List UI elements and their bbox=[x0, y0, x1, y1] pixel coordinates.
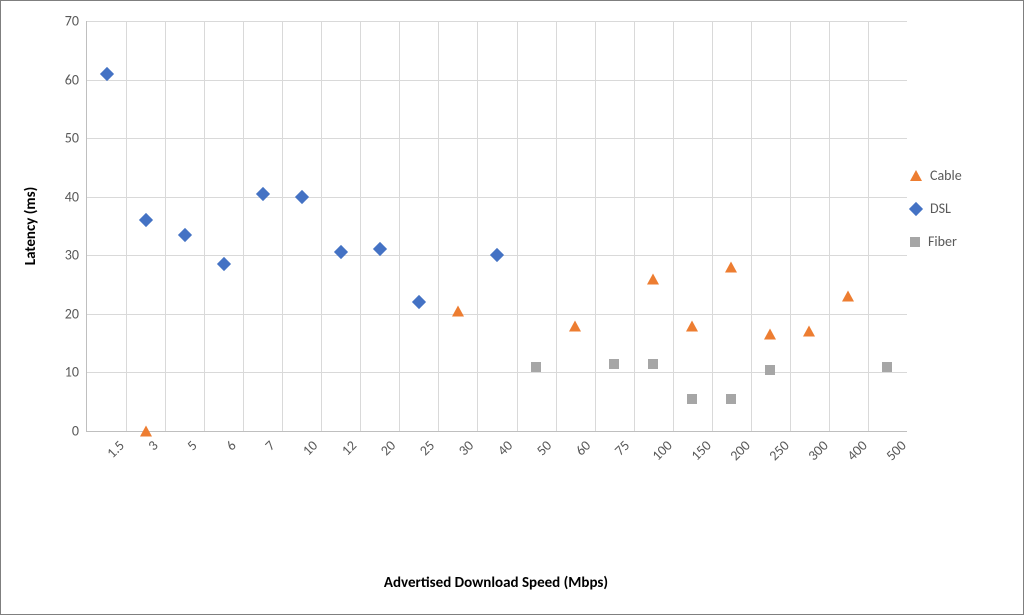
gridline-v bbox=[204, 21, 205, 431]
data-point-fiber bbox=[765, 365, 775, 375]
x-tick-label: 3 bbox=[144, 437, 161, 454]
x-tick-label: 400 bbox=[844, 437, 871, 464]
data-point-dsl bbox=[178, 228, 192, 242]
y-tick-label: 50 bbox=[65, 130, 79, 147]
gridline-v bbox=[751, 21, 752, 431]
x-tick-label: 150 bbox=[688, 437, 715, 464]
gridline-v bbox=[165, 21, 166, 431]
data-point-dsl bbox=[490, 248, 504, 262]
y-tick-label: 30 bbox=[65, 247, 79, 264]
triangle-icon bbox=[910, 170, 922, 181]
gridline-v bbox=[790, 21, 791, 431]
x-tick-label: 75 bbox=[611, 437, 633, 459]
data-point-cable bbox=[803, 326, 815, 337]
gridline-v bbox=[243, 21, 244, 431]
x-tick-label: 25 bbox=[416, 437, 438, 459]
gridline-h bbox=[87, 21, 907, 22]
data-point-fiber bbox=[687, 394, 697, 404]
gridline-h bbox=[87, 314, 907, 315]
x-tick-label: 30 bbox=[455, 437, 477, 459]
gridline-v bbox=[673, 21, 674, 431]
data-point-fiber bbox=[609, 359, 619, 369]
gridline-v bbox=[712, 21, 713, 431]
gridline-v bbox=[126, 21, 127, 431]
x-tick-label: 6 bbox=[222, 437, 239, 454]
legend: Cable DSL Fiber bbox=[910, 151, 1005, 266]
x-axis-label: Advertised Download Speed (Mbps) bbox=[384, 574, 608, 592]
data-point-dsl bbox=[256, 187, 270, 201]
data-point-cable bbox=[140, 426, 152, 437]
data-point-cable bbox=[686, 320, 698, 331]
y-tick-label: 20 bbox=[65, 305, 79, 322]
square-icon bbox=[910, 237, 920, 247]
data-point-cable bbox=[725, 262, 737, 273]
y-tick-label: 10 bbox=[65, 364, 79, 381]
data-point-fiber bbox=[648, 359, 658, 369]
y-tick-label: 40 bbox=[65, 188, 79, 205]
legend-item-cable: Cable bbox=[910, 167, 1005, 184]
x-tick-label: 250 bbox=[766, 437, 793, 464]
data-point-fiber bbox=[882, 362, 892, 372]
legend-label: Cable bbox=[930, 167, 962, 184]
data-point-dsl bbox=[138, 213, 152, 227]
diamond-icon bbox=[909, 201, 923, 215]
x-tick-label: 5 bbox=[183, 437, 200, 454]
x-tick-label: 12 bbox=[338, 437, 360, 459]
legend-item-dsl: DSL bbox=[910, 200, 1005, 217]
gridline-h bbox=[87, 138, 907, 139]
y-tick-label: 60 bbox=[65, 71, 79, 88]
gridline-v bbox=[477, 21, 478, 431]
x-tick-label: 10 bbox=[299, 437, 321, 459]
gridline-v bbox=[438, 21, 439, 431]
gridline-v bbox=[595, 21, 596, 431]
data-point-cable bbox=[842, 291, 854, 302]
data-point-cable bbox=[452, 305, 464, 316]
x-tick-label: 100 bbox=[649, 437, 676, 464]
gridline-v bbox=[321, 21, 322, 431]
gridline-v bbox=[868, 21, 869, 431]
data-point-fiber bbox=[726, 394, 736, 404]
chart-frame: Latency (ms) Advertised Download Speed (… bbox=[0, 0, 1024, 615]
data-point-dsl bbox=[412, 295, 426, 309]
gridline-h bbox=[87, 197, 907, 198]
gridline-v bbox=[556, 21, 557, 431]
x-tick-label: 7 bbox=[261, 437, 278, 454]
data-point-dsl bbox=[334, 245, 348, 259]
gridline-h bbox=[87, 372, 907, 373]
y-tick-label: 70 bbox=[65, 13, 79, 30]
legend-label: Fiber bbox=[928, 233, 957, 250]
x-tick-label: 300 bbox=[805, 437, 832, 464]
x-tick-label: 1.5 bbox=[103, 437, 128, 462]
data-point-dsl bbox=[217, 257, 231, 271]
x-tick-label: 500 bbox=[883, 437, 910, 464]
legend-item-fiber: Fiber bbox=[910, 233, 1005, 250]
gridline-v bbox=[360, 21, 361, 431]
gridline-v bbox=[517, 21, 518, 431]
x-tick-label: 50 bbox=[533, 437, 555, 459]
y-axis-label: Latency (ms) bbox=[22, 187, 40, 266]
gridline-v bbox=[829, 21, 830, 431]
x-tick-label: 40 bbox=[494, 437, 516, 459]
legend-label: DSL bbox=[930, 200, 951, 217]
gridline-v bbox=[399, 21, 400, 431]
x-tick-label: 20 bbox=[377, 437, 399, 459]
gridline-v bbox=[634, 21, 635, 431]
plot-area: 0102030405060701.53567101220253040506075… bbox=[86, 21, 907, 432]
y-tick-label: 0 bbox=[72, 423, 79, 440]
data-point-fiber bbox=[531, 362, 541, 372]
x-tick-label: 200 bbox=[727, 437, 754, 464]
x-tick-label: 60 bbox=[572, 437, 594, 459]
gridline-h bbox=[87, 80, 907, 81]
data-point-cable bbox=[647, 273, 659, 284]
gridline-v bbox=[282, 21, 283, 431]
data-point-cable bbox=[764, 329, 776, 340]
data-point-dsl bbox=[295, 190, 309, 204]
data-point-cable bbox=[569, 320, 581, 331]
